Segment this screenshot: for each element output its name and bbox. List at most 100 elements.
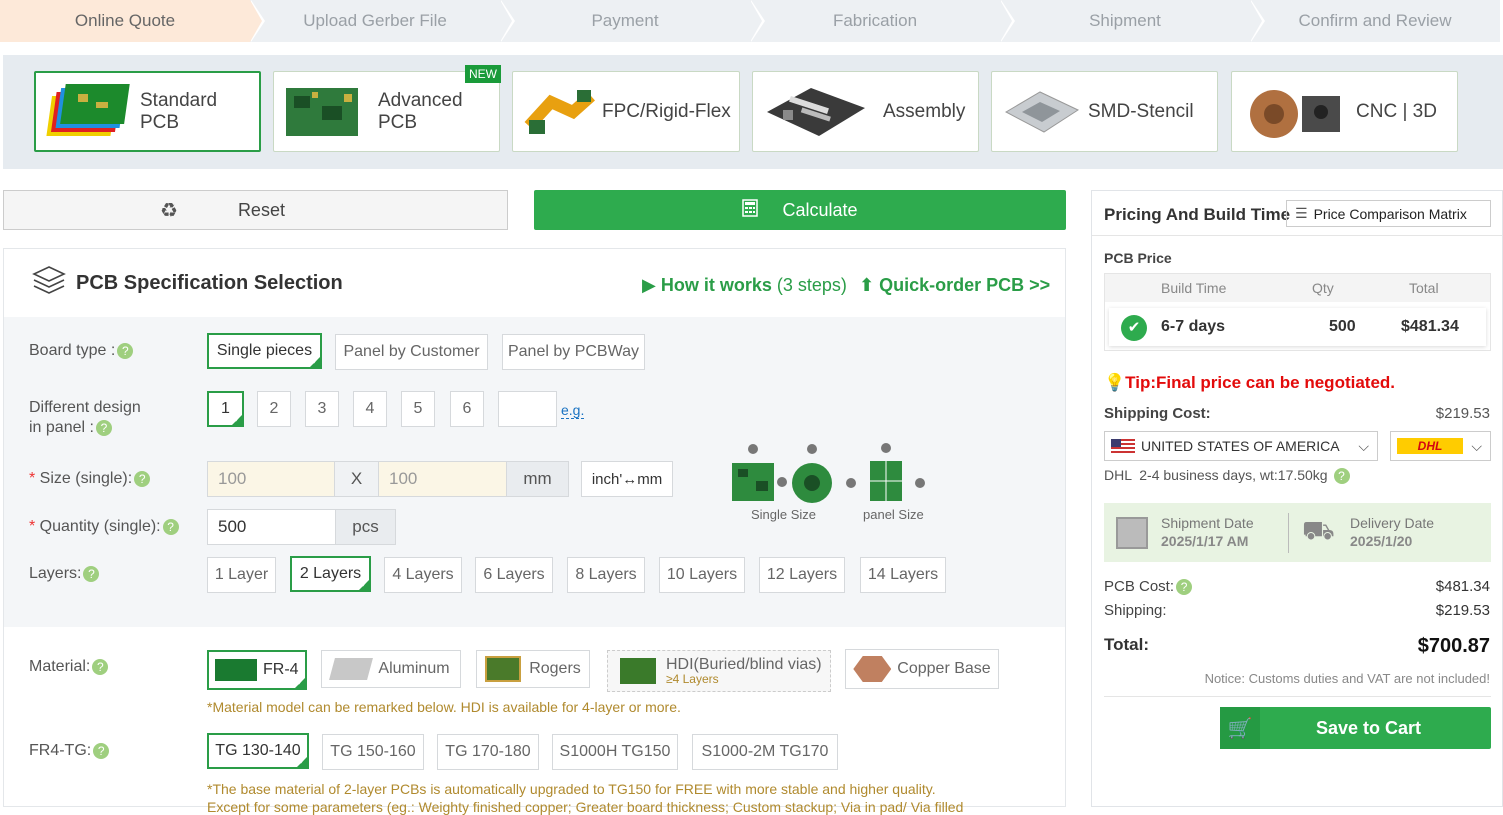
help-icon[interactable]: ? — [95, 419, 112, 436]
how-it-works-steps: (3 steps) — [776, 275, 847, 295]
check-icon: ✔ — [311, 356, 319, 366]
tg-130-140[interactable]: TG 130-140 ✔ — [207, 733, 309, 769]
how-it-works-link[interactable]: ▶ How it works (3 steps) — [642, 275, 847, 296]
design-option-4[interactable]: 4 — [353, 391, 387, 427]
reset-button[interactable]: ♻ Reset — [3, 190, 508, 230]
stencil-image — [1000, 82, 1082, 142]
material-note: *Material model can be remarked below. H… — [207, 699, 681, 715]
shipment-date: 2025/1/17 AM — [1161, 533, 1249, 549]
size-x-separator: X — [334, 461, 379, 497]
panel-size-caption: panel Size — [863, 507, 924, 522]
tg-s1000-2m[interactable]: S1000-2M TG170 — [692, 734, 838, 770]
product-advanced-pcb[interactable]: Advanced PCB NEW — [273, 65, 501, 152]
help-icon[interactable]: ? — [92, 658, 109, 675]
cart-icon: 🛒 — [1220, 707, 1260, 749]
step-upload-gerber[interactable]: Upload Gerber File — [250, 0, 515, 42]
product-smd-stencil[interactable]: SMD-Stencil — [991, 71, 1218, 152]
country-select[interactable]: UNITED STATES OF AMERICA ⌵ — [1104, 431, 1378, 461]
product-label: SMD-Stencil — [1088, 100, 1194, 122]
step-fabrication[interactable]: Fabrication — [750, 0, 1015, 42]
play-icon: ▶ — [642, 275, 661, 295]
delivery-date-label: Delivery Date — [1350, 515, 1435, 531]
shipping-value: $219.53 — [1435, 602, 1490, 619]
step-payment[interactable]: Payment — [500, 0, 765, 42]
quantity-input[interactable]: 500 — [207, 509, 336, 545]
help-icon[interactable]: ? — [1333, 468, 1350, 485]
delivery-date: 2025/1/20 — [1350, 533, 1413, 549]
price-comparison-button[interactable]: ☰ Price Comparison Matrix — [1286, 200, 1491, 227]
calculate-label: Calculate — [782, 199, 858, 220]
product-assembly[interactable]: Assembly — [752, 71, 979, 152]
quantity-label: * Quantity (single):? — [29, 518, 179, 536]
calculate-button[interactable]: Calculate — [534, 190, 1066, 230]
product-fpc[interactable]: FPC/Rigid-Flex — [512, 71, 740, 152]
help-icon[interactable]: ? — [1176, 579, 1193, 596]
check-icon: ✔ — [233, 414, 241, 424]
carrier-select[interactable]: DHL ⌵ — [1390, 431, 1491, 461]
design-label-line2: in panel :? — [29, 419, 112, 437]
row-total: $481.34 — [1401, 318, 1459, 335]
aluminum-icon — [329, 658, 374, 680]
product-standard-pcb[interactable]: Standard PCB — [34, 71, 261, 152]
check-icon: ✔ — [298, 756, 306, 766]
shipping-cost-label: Shipping Cost: — [1104, 405, 1211, 422]
design-option-2[interactable]: 2 — [257, 391, 291, 427]
material-aluminum[interactable]: Aluminum — [321, 650, 461, 688]
material-copper-base[interactable]: Copper Base — [845, 649, 999, 689]
product-cnc-3d[interactable]: CNC | 3D — [1231, 71, 1458, 152]
tg-150-160[interactable]: TG 150-160 — [322, 734, 424, 770]
material-fr4[interactable]: FR-4 ✔ — [207, 650, 307, 690]
pricing-title: Pricing And Build Time — [1104, 205, 1291, 224]
material-hdi[interactable]: HDI(Buried/blind vias) ≥4 Layers — [607, 650, 831, 692]
layer-option-12[interactable]: 12 Layers — [759, 557, 845, 593]
fpc-image — [521, 82, 596, 142]
save-to-cart-button[interactable]: 🛒 Save to Cart — [1220, 707, 1491, 749]
save-to-cart-label: Save to Cart — [1316, 717, 1422, 738]
layer-option-6[interactable]: 6 Layers — [475, 557, 553, 593]
layer-option-1[interactable]: 1 Layer — [207, 557, 276, 593]
help-icon[interactable]: ? — [134, 470, 151, 487]
help-icon[interactable]: ? — [83, 565, 100, 582]
board-type-panel-pcbway[interactable]: Panel by PCBWay — [502, 334, 645, 370]
help-icon[interactable]: ? — [162, 518, 179, 535]
shipping-label: Shipping: — [1104, 602, 1167, 619]
spec-title: PCB Specification Selection — [76, 271, 343, 294]
design-option-6[interactable]: 6 — [450, 391, 484, 427]
eg-link[interactable]: e.g. — [561, 402, 585, 419]
price-row[interactable]: ✔ 6-7 days 500 $481.34 — [1109, 308, 1486, 346]
tg-170-180[interactable]: TG 170-180 — [437, 734, 539, 770]
step-online-quote[interactable]: Online Quote — [0, 0, 265, 42]
help-icon[interactable]: ? — [117, 342, 134, 359]
total-label: Total: — [1104, 635, 1150, 654]
layer-option-10[interactable]: 10 Layers — [659, 557, 745, 593]
board-type-panel-customer[interactable]: Panel by Customer — [335, 334, 488, 370]
quick-order-link[interactable]: ⬆ Quick-order PCB >> — [859, 275, 1050, 296]
spec-panel: PCB Specification Selection ▶ How it wor… — [3, 248, 1066, 815]
design-option-1[interactable]: 1 ✔ — [207, 391, 244, 427]
size-width-input[interactable]: 100 — [207, 461, 335, 497]
help-icon[interactable]: ? — [93, 742, 110, 759]
layer-option-8[interactable]: 8 Layers — [567, 557, 645, 593]
assembly-image — [761, 82, 869, 142]
layer-option-2[interactable]: 2 Layers ✔ — [290, 556, 371, 592]
bulb-icon: 💡 — [1104, 373, 1126, 392]
layer-option-4[interactable]: 4 Layers — [384, 557, 462, 593]
size-height-input[interactable]: 100 — [378, 461, 507, 497]
board-type-single[interactable]: Single pieces ✔ — [207, 333, 322, 369]
design-option-3[interactable]: 3 — [305, 391, 339, 427]
col-qty: Qty — [1312, 280, 1334, 296]
step-confirm-review[interactable]: Confirm and Review — [1250, 0, 1500, 42]
product-label: FPC/Rigid-Flex — [602, 100, 731, 122]
design-custom-input[interactable] — [498, 391, 557, 427]
unit-toggle-button[interactable]: inch'↔mm — [581, 461, 673, 497]
check-circle-icon: ✔ — [1121, 315, 1147, 341]
tg-s1000h[interactable]: S1000H TG150 — [552, 734, 678, 770]
price-tip: 💡Tip:Final price can be negotiated. — [1104, 373, 1396, 392]
col-total: Total — [1409, 280, 1439, 296]
design-option-5[interactable]: 5 — [401, 391, 435, 427]
step-shipment[interactable]: Shipment — [1000, 0, 1265, 42]
shipping-cost-value: $219.53 — [1435, 405, 1490, 422]
dhl-logo-icon: DHL — [1397, 438, 1463, 454]
material-rogers[interactable]: Rogers — [476, 650, 590, 688]
layer-option-14[interactable]: 14 Layers — [860, 557, 946, 593]
